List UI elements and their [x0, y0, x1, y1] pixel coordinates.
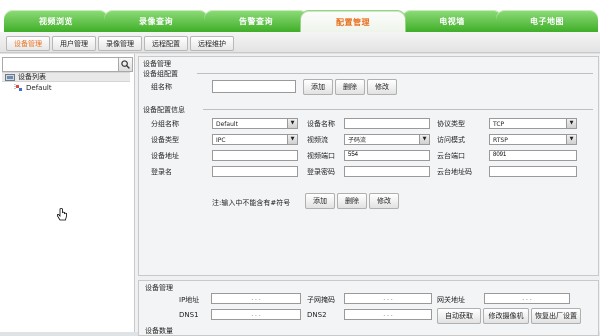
access-value: RTSP [493, 137, 508, 144]
group-icon [14, 84, 22, 91]
search-icon [121, 60, 130, 69]
video-port-input[interactable] [344, 150, 430, 161]
video-port-label: 视频端口 [307, 152, 335, 160]
ip-input[interactable]: . . . [211, 293, 301, 304]
network-panel-title: 设备管理 [145, 284, 173, 292]
subtab-device-manage[interactable]: 设备管理 [6, 36, 50, 51]
device-add-button[interactable]: 添加 [305, 193, 335, 209]
tree-root-label: 设备列表 [18, 73, 46, 81]
group-modify-button[interactable]: 修改 [367, 79, 397, 95]
config-area: 设备管理 设备组配置 组名称 添加 删除 修改 设备配置信息 分组名称 Defa… [135, 54, 600, 336]
modify-camera-button[interactable]: 修改摄像机 [483, 308, 529, 324]
address-label: 设备地址 [151, 152, 179, 160]
top-tab-bar: 视频浏览 录像查询 告警查询 电视墙 电子地图 配置管理 [0, 0, 600, 33]
dns1-input[interactable]: . . . [211, 309, 301, 320]
dropdown-arrow-icon: ▼ [287, 135, 297, 144]
device-type-select[interactable]: IPC ▼ [212, 134, 298, 145]
dns2-label: DNS2 [307, 311, 327, 319]
tree-root[interactable]: 设备列表 [2, 72, 130, 82]
gateway-label: 网关地址 [437, 296, 465, 304]
divider [203, 109, 593, 110]
cloud-port-label: 云台端口 [437, 152, 465, 160]
divider [197, 73, 593, 74]
ip-label: IP地址 [179, 296, 200, 304]
config-info-title: 设备配置信息 [143, 106, 185, 114]
subtab-user-manage[interactable]: 用户管理 [52, 36, 96, 51]
device-modify-button[interactable]: 修改 [369, 193, 399, 209]
gateway-dots: . . . [522, 295, 532, 302]
dropdown-arrow-icon: ▼ [566, 119, 576, 128]
gateway-input[interactable]: . . . [484, 293, 570, 304]
device-name-label: 设备名称 [307, 120, 335, 128]
login-label: 登录名 [151, 168, 172, 176]
tree-search-input[interactable] [2, 57, 122, 72]
group-config-title: 设备组配置 [143, 70, 178, 78]
sub-toolbar: 设备管理 用户管理 录像管理 远程配置 远程维护 [0, 32, 600, 53]
stream-value: 子码流 [348, 137, 367, 144]
mask-input[interactable]: . . . [344, 293, 432, 304]
dns1-label: DNS1 [179, 311, 199, 319]
dropdown-arrow-icon: ▼ [287, 119, 297, 128]
hand-cursor-icon [56, 208, 67, 221]
stream-label: 视频流 [307, 136, 328, 144]
tree-search-button[interactable] [118, 57, 133, 72]
network-config-panel: 设备管理 IP地址 . . . 子网掩码 . . . 网关地址 . . . DN… [138, 280, 599, 336]
input-note: 注:输入中不能含有#符号 [212, 199, 291, 207]
auto-get-button[interactable]: 自动获取 [437, 308, 481, 324]
cloud-addr-label: 云台地址码 [437, 168, 472, 176]
group-name-input[interactable] [212, 80, 296, 93]
tab-config-manage[interactable]: 配置管理 [300, 10, 406, 33]
ip-dots: . . . [251, 295, 261, 302]
tab-video-browse[interactable]: 视频浏览 [4, 10, 108, 32]
password-input[interactable] [344, 166, 430, 177]
subtab-remote-config[interactable]: 远程配置 [144, 36, 188, 51]
device-tree-panel: 设备列表 Default [0, 54, 135, 332]
mask-dots: . . . [383, 295, 393, 302]
dns2-dots: . . . [383, 311, 393, 318]
device-list-icon [5, 73, 15, 81]
tab-tv-wall[interactable]: 电视墙 [402, 10, 502, 32]
device-manage-panel: 设备管理 设备组配置 组名称 添加 删除 修改 设备配置信息 分组名称 Defa… [138, 56, 599, 276]
password-label: 登录密码 [307, 168, 335, 176]
access-select[interactable]: RTSP ▼ [489, 134, 577, 145]
subgroup-value: Default [216, 121, 238, 128]
access-label: 访问模式 [437, 136, 465, 144]
tab-alarm-query[interactable]: 告警查询 [204, 10, 308, 32]
protocol-label: 协议类型 [437, 120, 465, 128]
panel-title: 设备管理 [143, 60, 171, 68]
device-delete-button[interactable]: 删除 [337, 193, 367, 209]
group-add-button[interactable]: 添加 [303, 79, 333, 95]
device-type-label: 设备类型 [151, 136, 179, 144]
cloud-port-input[interactable] [489, 150, 577, 161]
protocol-select[interactable]: TCP ▼ [489, 118, 577, 129]
factory-reset-button[interactable]: 恢复出厂设置 [531, 308, 581, 324]
address-input[interactable] [212, 150, 298, 161]
subgroup-select[interactable]: Default ▼ [212, 118, 298, 129]
dropdown-arrow-icon: ▼ [566, 135, 576, 144]
cloud-addr-input[interactable] [489, 166, 577, 177]
stream-select[interactable]: 子码流 ▼ [344, 134, 430, 145]
protocol-value: TCP [493, 121, 505, 128]
group-delete-button[interactable]: 删除 [335, 79, 365, 95]
subgroup-label: 分组名称 [151, 120, 179, 128]
tree-item-label: Default [26, 84, 52, 92]
login-input[interactable] [212, 166, 298, 177]
device-type-value: IPC [216, 137, 226, 144]
tree-item-default[interactable]: Default [14, 84, 52, 92]
dns2-input[interactable]: . . . [344, 309, 432, 320]
group-name-label: 组名称 [151, 83, 172, 91]
tab-e-map[interactable]: 电子地图 [496, 10, 598, 32]
device-name-input[interactable] [344, 118, 430, 129]
subtab-remote-maintain[interactable]: 远程维护 [190, 36, 234, 51]
tab-record-query[interactable]: 录像查询 [104, 10, 208, 32]
dns1-dots: . . . [251, 311, 261, 318]
device-count-label: 设备数量 [145, 327, 173, 335]
mask-label: 子网掩码 [307, 296, 335, 304]
subtab-record-manage[interactable]: 录像管理 [98, 36, 142, 51]
dropdown-arrow-icon: ▼ [419, 135, 429, 144]
